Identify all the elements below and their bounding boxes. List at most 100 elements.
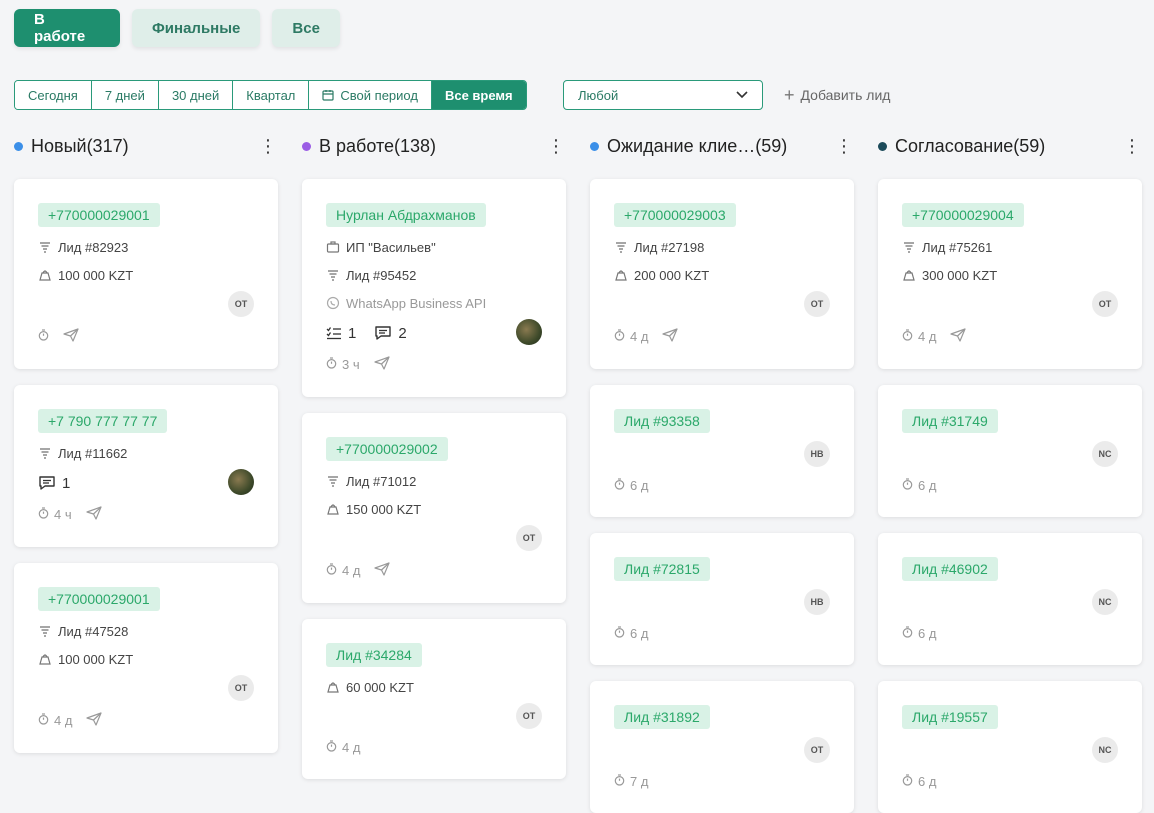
column-header: В работе(138) ⋮ [302, 132, 566, 160]
more-menu-icon[interactable]: ⋮ [1122, 136, 1142, 157]
period-custom[interactable]: Свой период [309, 81, 432, 109]
lead-card[interactable]: +770000029001 Лид #47528 100 000 KZT ОТ 4 д [14, 563, 278, 753]
lead-card[interactable]: +770000029004 Лид #75261 300 000 KZT ОТ 4 д [878, 179, 1142, 369]
lead-card[interactable]: Лид #31892 ОТ 7 д [590, 681, 854, 813]
lead-card[interactable]: Лид #46902 NC 6 д [878, 533, 1142, 665]
timer-value: 4 ч [54, 507, 72, 522]
card-line: 150 000 KZT [326, 495, 542, 523]
lead-card[interactable]: Нурлан Абдрахманов ИП "Васильев" Лид #9545… [302, 179, 566, 397]
lead-tag[interactable]: Лид #72815 [614, 557, 710, 581]
tasks-count[interactable]: 1 [326, 325, 356, 342]
lead-tag[interactable]: +770000029003 [614, 203, 736, 227]
timer-icon [38, 329, 49, 344]
more-menu-icon[interactable]: ⋮ [258, 136, 278, 157]
column-title-text: Ожидание клие…(59) [607, 135, 788, 156]
timer-value: 6 д [630, 478, 649, 493]
avatar[interactable]: NC [1092, 737, 1118, 763]
avatar[interactable]: ОТ [804, 737, 830, 763]
timer-icon [326, 357, 337, 372]
tab-in-work[interactable]: В работе [14, 9, 120, 47]
add-lead-label: Добавить лид [800, 87, 891, 103]
lead-tag[interactable]: Лид #93358 [614, 409, 710, 433]
period-all-time[interactable]: Все время [431, 81, 526, 109]
period-quarter[interactable]: Квартал [233, 81, 310, 109]
timer: 4 д [902, 329, 936, 344]
lead-card[interactable]: +7 790 777 77 77 Лид #11662 1 4 ч [14, 385, 278, 547]
card-line: ИП "Васильев" [326, 233, 542, 261]
timer: 6 д [614, 478, 648, 493]
card-line-text: 60 000 KZT [346, 679, 414, 695]
comment-icon [38, 475, 56, 491]
comments-count[interactable]: 1 [38, 475, 70, 492]
comments-count[interactable]: 2 [374, 325, 407, 342]
send-icon[interactable] [950, 328, 967, 345]
funnel-icon [326, 268, 340, 282]
avatar[interactable]: ОТ [516, 525, 542, 551]
send-icon[interactable] [374, 562, 391, 579]
lead-card[interactable]: +770000029001 Лид #82923 100 000 KZT ОТ [14, 179, 278, 369]
lead-card[interactable]: Лид #19557 NC 6 д [878, 681, 1142, 813]
funnel-icon [614, 240, 628, 254]
avatar[interactable]: NC [1092, 589, 1118, 615]
period-7-days[interactable]: 7 дней [91, 81, 159, 109]
card-line-text: Лид #27198 [634, 239, 705, 255]
send-icon[interactable] [374, 356, 390, 373]
card-footer: 4 ч [38, 506, 102, 523]
card-line-text: 150 000 KZT [346, 501, 422, 517]
lead-card[interactable]: Лид #31749 NC 6 д [878, 385, 1142, 517]
avatar[interactable]: NC [1092, 441, 1118, 467]
lead-tag[interactable]: Лид #34284 [326, 643, 422, 667]
tab-all[interactable]: Все [272, 9, 340, 47]
lead-card[interactable]: Лид #72815 НВ 6 д [590, 533, 854, 665]
add-lead-button[interactable]: + Добавить лид [784, 80, 890, 110]
avatar[interactable]: НВ [804, 441, 830, 467]
card-line: 100 000 KZT [38, 645, 254, 673]
avatar[interactable]: ОТ [228, 675, 254, 701]
lead-tag[interactable]: Лид #31892 [614, 705, 710, 729]
more-menu-icon[interactable]: ⋮ [546, 136, 566, 157]
lead-tag[interactable]: Лид #31749 [902, 409, 998, 433]
lead-card[interactable]: +770000029002 Лид #71012 150 000 KZT ОТ 4 д [302, 413, 566, 603]
more-menu-icon[interactable]: ⋮ [834, 136, 854, 157]
money-bag-icon [38, 652, 52, 666]
avatar[interactable]: ОТ [516, 703, 542, 729]
card-footer: 4 д [326, 740, 360, 755]
chevron-down-icon [736, 91, 748, 99]
timer-icon [902, 478, 913, 493]
send-icon[interactable] [662, 328, 679, 345]
lead-card[interactable]: Лид #34284 60 000 KZT ОТ 4 д [302, 619, 566, 779]
period-today[interactable]: Сегодня [15, 81, 92, 109]
responsible-select[interactable]: Любой [563, 80, 763, 110]
card-footer: 6 д [902, 774, 936, 789]
timer-icon [902, 774, 913, 789]
funnel-icon [326, 474, 340, 488]
lead-tag[interactable]: +770000029002 [326, 437, 448, 461]
avatar[interactable]: НВ [804, 589, 830, 615]
card-footer: 4 д [902, 328, 967, 345]
lead-card[interactable]: Лид #93358 НВ 6 д [590, 385, 854, 517]
timer: 6 д [902, 478, 936, 493]
avatar[interactable]: ОТ [228, 291, 254, 317]
send-icon[interactable] [63, 328, 79, 345]
timer-icon [614, 626, 625, 641]
kanban-column: Новый(317) ⋮ [14, 132, 278, 160]
kanban-column: Ожидание клие…(59) ⋮ [590, 132, 854, 160]
lead-tag[interactable]: +770000029001 [38, 587, 160, 611]
lead-tag[interactable]: +770000029001 [38, 203, 160, 227]
tab-final[interactable]: Финальные [132, 9, 261, 47]
lead-tag[interactable]: Нурлан Абдрахманов [326, 203, 486, 227]
avatar[interactable]: ОТ [1092, 291, 1118, 317]
send-icon[interactable] [86, 712, 103, 729]
lead-tag[interactable]: Лид #46902 [902, 557, 998, 581]
period-30-days[interactable]: 30 дней [158, 81, 234, 109]
lead-card[interactable]: +770000029003 Лид #27198 200 000 KZT ОТ 4 д [590, 179, 854, 369]
avatar[interactable] [228, 469, 254, 495]
lead-tag[interactable]: +770000029004 [902, 203, 1024, 227]
card-line: 60 000 KZT [326, 673, 542, 701]
avatar[interactable] [516, 319, 542, 345]
avatar[interactable]: ОТ [804, 291, 830, 317]
funnel-icon [902, 240, 916, 254]
lead-tag[interactable]: Лид #19557 [902, 705, 998, 729]
lead-tag[interactable]: +7 790 777 77 77 [38, 409, 168, 433]
send-icon[interactable] [86, 506, 102, 523]
